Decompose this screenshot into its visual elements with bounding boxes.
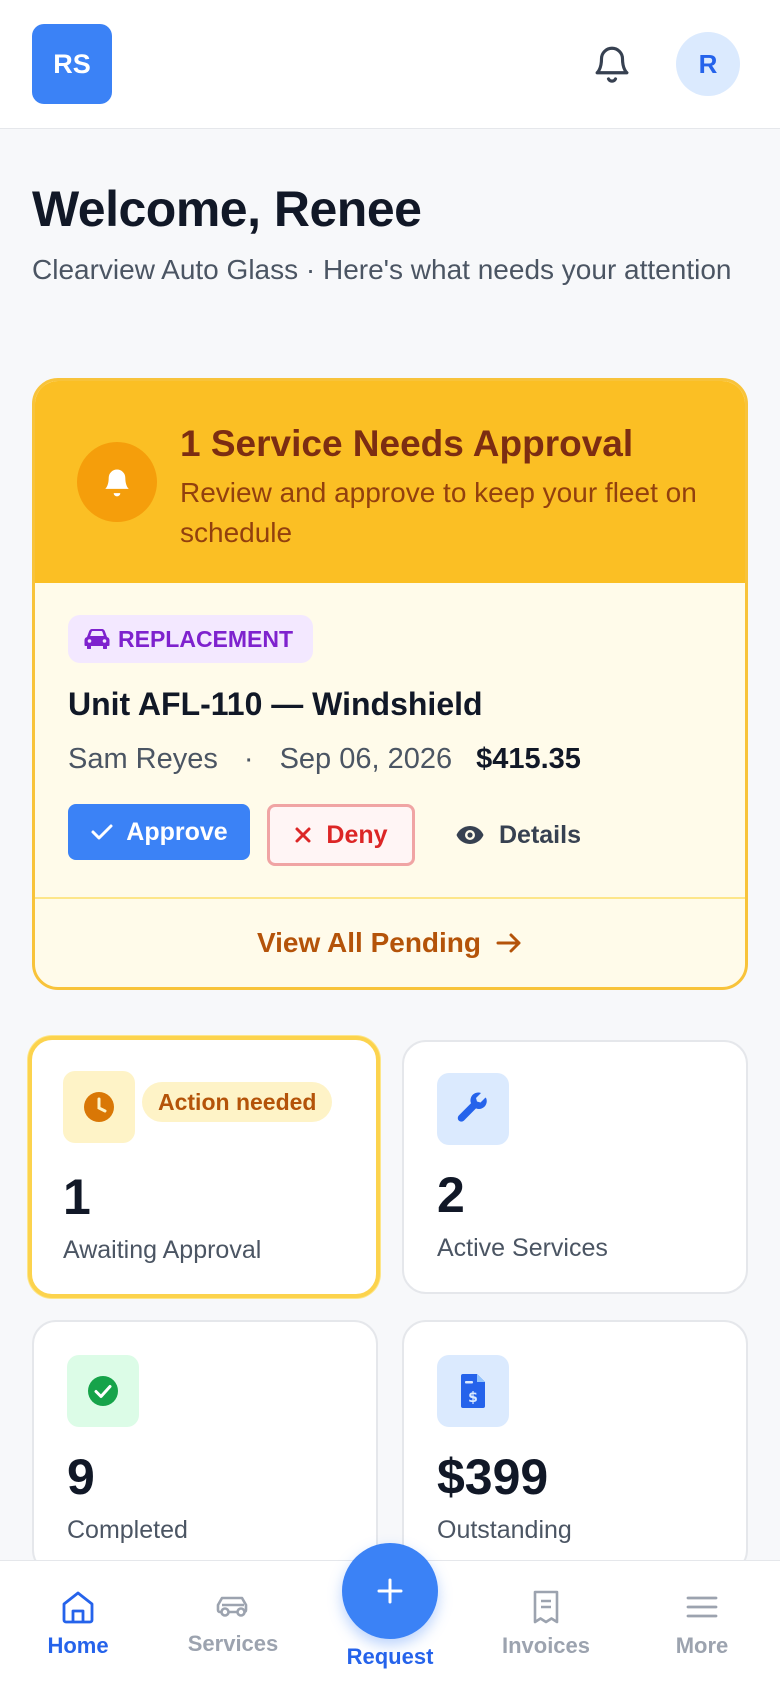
deny-label: Deny — [326, 820, 388, 849]
nav-invoices[interactable]: Invoices — [486, 1589, 606, 1659]
stat-card-outstanding[interactable]: $ $399 Outstanding — [402, 1320, 748, 1574]
stat-label: Active Services — [437, 1234, 608, 1262]
invoice-dollar-icon: $ — [461, 1374, 485, 1408]
service-date: Sep 06, 2026 — [279, 743, 453, 775]
stat-value: $399 — [437, 1449, 549, 1505]
approval-bell-badge — [77, 442, 157, 522]
service-meta: Sam Reyes · Sep 06, 2026 $415.35 — [68, 743, 581, 776]
approve-label: Approve — [126, 817, 228, 846]
car-icon — [84, 629, 110, 649]
stat-value: 9 — [67, 1449, 95, 1505]
service-price: $415.35 — [476, 743, 581, 775]
stat-value: 2 — [437, 1167, 465, 1223]
bell-icon — [595, 46, 629, 83]
receipt-icon — [533, 1590, 559, 1624]
bell-icon — [105, 469, 129, 497]
nav-home[interactable]: Home — [18, 1589, 138, 1659]
deny-button[interactable]: Deny — [267, 804, 415, 866]
service-unit-title: Unit AFL-110 — Windshield — [68, 686, 483, 722]
page-title: Welcome, Renee — [32, 181, 422, 237]
stat-icon-box: $ — [437, 1355, 509, 1427]
meta-separator: · — [243, 743, 254, 775]
close-icon — [295, 827, 311, 843]
approval-card: 1 Service Needs Approval Review and appr… — [32, 378, 748, 990]
arrow-right-icon — [496, 933, 521, 953]
nav-home-label: Home — [47, 1633, 109, 1658]
stat-icon-box — [67, 1355, 139, 1427]
page-subtitle: Clearview Auto Glass · Here's what needs… — [32, 254, 732, 285]
notifications-button[interactable] — [586, 36, 638, 92]
check-circle-icon — [88, 1376, 118, 1406]
company-logo[interactable]: RS — [32, 24, 112, 104]
approval-header: 1 Service Needs Approval Review and appr… — [35, 381, 745, 583]
clock-icon — [84, 1092, 114, 1122]
menu-icon — [686, 1596, 718, 1618]
details-label: Details — [499, 820, 581, 849]
eye-icon — [456, 826, 484, 844]
top-bar: RS R — [0, 0, 780, 129]
wrench-icon — [457, 1092, 487, 1122]
service-type-label: REPLACEMENT — [118, 625, 294, 652]
request-service-button[interactable] — [342, 1543, 438, 1639]
view-all-label: View All Pending — [256, 927, 482, 958]
user-avatar[interactable]: R — [676, 32, 740, 96]
stat-label: Outstanding — [437, 1516, 572, 1544]
stat-icon-box — [63, 1071, 135, 1143]
service-type-badge: REPLACEMENT — [68, 615, 314, 663]
approval-description: Review and approve to keep your fleet on… — [180, 477, 697, 548]
stat-label: Awaiting Approval — [63, 1236, 262, 1264]
nav-request-label: Request — [346, 1644, 434, 1669]
stat-card-completed[interactable]: 9 Completed — [32, 1320, 378, 1574]
approve-button[interactable]: Approve — [68, 804, 250, 860]
plus-icon — [377, 1578, 403, 1604]
action-needed-pill: Action needed — [142, 1082, 333, 1122]
technician-name: Sam Reyes — [68, 743, 218, 775]
view-all-pending-link[interactable]: View All Pending — [35, 899, 745, 987]
details-button[interactable]: Details — [455, 804, 595, 866]
stat-label: Completed — [67, 1516, 188, 1544]
nav-services[interactable]: Services — [173, 1589, 293, 1657]
check-icon — [91, 824, 113, 840]
stat-value: 1 — [63, 1169, 91, 1225]
nav-more[interactable]: More — [642, 1589, 762, 1659]
nav-more-label: More — [675, 1633, 729, 1658]
nav-invoices-label: Invoices — [501, 1633, 591, 1658]
svg-text:$: $ — [468, 1390, 478, 1406]
car-icon — [216, 1596, 248, 1617]
approval-title: 1 Service Needs Approval — [180, 423, 634, 464]
stat-icon-box — [437, 1073, 509, 1145]
stat-card-awaiting[interactable]: Action needed 1 Awaiting Approval — [28, 1036, 380, 1298]
nav-services-label: Services — [187, 1631, 279, 1656]
stat-card-active[interactable]: 2 Active Services — [402, 1040, 748, 1294]
home-icon — [62, 1591, 94, 1624]
